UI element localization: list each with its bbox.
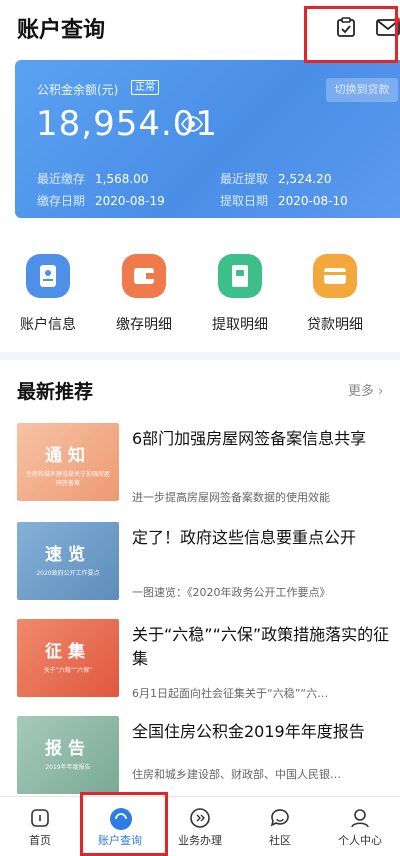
- thumb-subtitle: 2019年年度报告: [45, 764, 91, 771]
- deposit-date-value: 2020-08-19: [95, 194, 165, 208]
- thumb-title: 通知: [45, 446, 91, 466]
- bottom-nav: 首页 账户查询 业务办理 社区 个人中心: [0, 796, 400, 856]
- news-thumbnail: 报告 2019年年度报告: [17, 716, 119, 794]
- nav-community[interactable]: 社区: [240, 797, 320, 848]
- withdraw-doc-icon: [218, 254, 262, 298]
- withdraw-date-label: 提取日期: [220, 194, 269, 208]
- quick-actions: 账户信息 缴存明细 提取明细 贷款明细: [0, 248, 400, 338]
- news-desc: 住房和城乡建设部、财政部、中国人民银…: [132, 768, 341, 781]
- news-thumbnail: 征集 关于“六稳”“六保”: [17, 619, 119, 697]
- nav-highlight-box: [80, 792, 168, 856]
- quick-account-info[interactable]: 账户信息: [3, 248, 93, 334]
- news-title: 关于“六稳”“六保”政策措施落实的征集: [132, 625, 390, 668]
- withdraw-date: 提取日期 2020-08-10: [220, 192, 348, 209]
- nav-business[interactable]: 业务办理: [160, 797, 240, 848]
- news-item[interactable]: 通知 住房和城乡建设部关于加强房屋网签备案 6部门加强房屋网签备案信息共享 进一…: [17, 423, 400, 513]
- deposit-date: 缴存日期 2020-08-19: [37, 192, 165, 209]
- news-thumbnail: 通知 住房和城乡建设部关于加强房屋网签备案: [17, 423, 119, 501]
- wallet-icon: [122, 254, 166, 298]
- nav-label: 业务办理: [178, 834, 222, 847]
- quick-label: 贷款明细: [307, 317, 363, 333]
- profile-icon: [349, 807, 371, 829]
- eye-icon[interactable]: [181, 116, 203, 132]
- news-desc: 6月1日起面向社会征集关于“六稳”“六…: [132, 687, 329, 700]
- quick-label: 提取明细: [212, 317, 268, 333]
- news-item[interactable]: 速览 2020政府公开工作要点 定了！政府这些信息要重点公开 一图速览：《202…: [17, 522, 400, 612]
- thumb-subtitle: 关于“六稳”“六保”: [43, 667, 93, 674]
- home-icon: [29, 807, 51, 829]
- thumb-subtitle: 2020政府公开工作要点: [36, 570, 100, 577]
- more-link[interactable]: 更多 ›: [348, 380, 383, 399]
- nav-profile[interactable]: 个人中心: [320, 797, 400, 848]
- news-desc: 一图速览：《2020年政务公开工作要点》: [132, 586, 331, 599]
- business-icon: [189, 807, 211, 829]
- news-item[interactable]: 征集 关于“六稳”“六保” 关于“六稳”“六保”政策措施落实的征集 6月1日起面…: [17, 619, 400, 709]
- quick-label: 账户信息: [20, 317, 76, 333]
- news-desc: 进一步提高房屋网签备案数据的使用效能: [132, 491, 330, 504]
- nav-label: 社区: [269, 834, 291, 847]
- loan-card-icon: [313, 254, 357, 298]
- section-divider: [0, 352, 400, 360]
- account-info-icon: [26, 254, 70, 298]
- balance-label: 公积金余额(元): [37, 83, 119, 97]
- thumb-title: 速览: [45, 545, 91, 565]
- recent-withdraw: 最近提取 2,524.20: [220, 170, 331, 187]
- recent-withdraw-value: 2,524.20: [278, 172, 332, 186]
- news-item[interactable]: 报告 2019年年度报告 全国住房公积金2019年年度报告 住房和城乡建设部、财…: [17, 716, 400, 806]
- page-title: 账户查询: [17, 18, 106, 43]
- recent-deposit-value: 1,568.00: [95, 172, 149, 186]
- community-icon: [269, 807, 291, 829]
- nav-home[interactable]: 首页: [0, 797, 80, 848]
- deposit-date-label: 缴存日期: [37, 194, 86, 208]
- quick-loan-details[interactable]: 贷款明细: [290, 248, 380, 334]
- quick-label: 缴存明细: [116, 317, 172, 333]
- recent-withdraw-label: 最近提取: [220, 172, 269, 186]
- thumb-title: 征集: [45, 642, 91, 662]
- switch-highlight-box: [304, 6, 398, 63]
- thumb-title: 报告: [45, 739, 91, 759]
- section-title: 最新推荐: [17, 381, 94, 403]
- news-title: 定了！政府这些信息要重点公开: [132, 528, 357, 547]
- status-badge: 正常: [131, 80, 159, 95]
- quick-withdraw-details[interactable]: 提取明细: [195, 248, 285, 334]
- nav-label: 首页: [29, 834, 51, 847]
- quick-deposit-details[interactable]: 缴存明细: [99, 248, 189, 334]
- withdraw-date-value: 2020-08-10: [278, 194, 348, 208]
- balance-card: 公积金余额(元) 正常 18,954.01 切换到贷款 最近缴存 1,568.00…: [15, 60, 400, 218]
- news-title: 6部门加强房屋网签备案信息共享: [132, 429, 367, 448]
- news-title: 全国住房公积金2019年年度报告: [132, 722, 365, 741]
- recent-deposit-label: 最近缴存: [37, 172, 86, 186]
- nav-label: 个人中心: [338, 834, 382, 847]
- thumb-subtitle: 住房和城乡建设部关于加强房屋网签备案: [25, 471, 110, 487]
- recent-deposit: 最近缴存 1,568.00: [37, 170, 148, 187]
- switch-to-loan-button[interactable]: 切换到贷款: [326, 78, 398, 102]
- news-thumbnail: 速览 2020政府公开工作要点: [17, 522, 119, 600]
